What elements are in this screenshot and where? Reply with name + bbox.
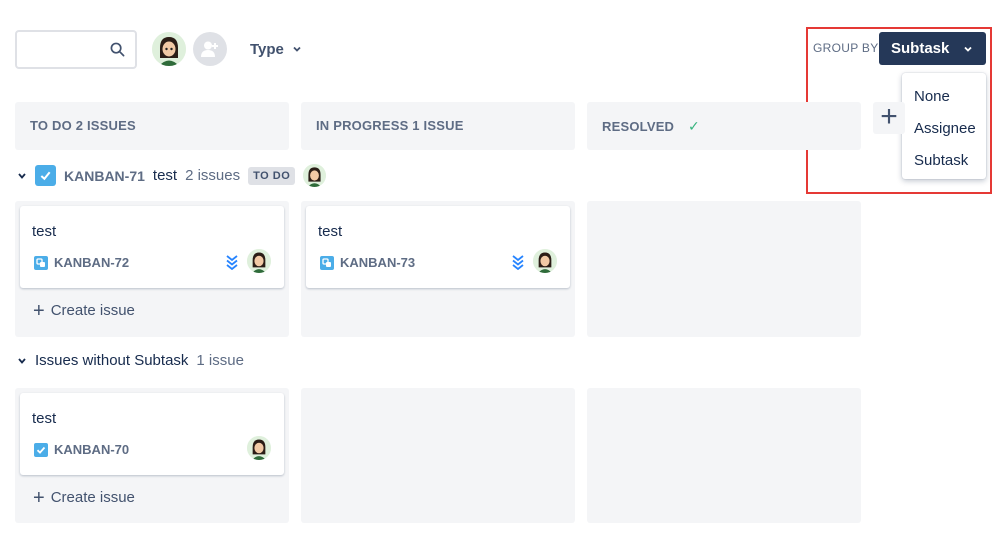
column-in-progress: IN PROGRESS 1 ISSUE (301, 102, 575, 150)
card-summary: test (32, 410, 57, 427)
chevron-down-icon (18, 172, 26, 179)
card-key-row: KANBAN-70 (34, 442, 129, 457)
add-people-button[interactable] (193, 32, 227, 66)
type-filter[interactable]: Type (242, 36, 310, 62)
plus-icon: + (33, 486, 45, 509)
swimlane-title: Issues without Subtask (35, 352, 189, 369)
card-summary: test (32, 223, 57, 240)
lowest-priority-icon (512, 255, 524, 270)
swimlane-count: 1 issue (196, 352, 244, 369)
lane-cell-todo: test KANBAN-70 + Create issue (15, 388, 289, 523)
search-icon (110, 42, 125, 57)
card-key-row: KANBAN-72 (34, 255, 129, 270)
create-issue-label: Create issue (50, 302, 135, 319)
card-key[interactable]: KANBAN-73 (340, 255, 415, 270)
user-avatar[interactable] (152, 32, 186, 66)
create-issue-button[interactable]: + Create issue (33, 486, 135, 509)
issue-card[interactable]: test KANBAN-73 (306, 206, 570, 288)
card-key[interactable]: KANBAN-70 (54, 442, 129, 457)
column-resolved: RESOLVED ✓ (587, 102, 861, 150)
card-key[interactable]: KANBAN-72 (54, 255, 129, 270)
swimlane-header[interactable]: KANBAN-71 test 2 issues TO DO (17, 164, 327, 187)
lane-cell-resolved (587, 201, 861, 337)
card-summary: test (318, 223, 343, 240)
add-person-icon (201, 41, 218, 57)
plus-icon: + (33, 299, 45, 322)
swimlane-header[interactable]: Issues without Subtask 1 issue (17, 352, 244, 369)
chevron-down-icon (18, 357, 26, 364)
lane-cell-in-progress (301, 388, 575, 523)
swimlane-count: 2 issues (185, 167, 241, 184)
search-input[interactable] (15, 30, 137, 69)
assignee-avatar (247, 249, 271, 273)
check-icon: ✓ (687, 118, 700, 134)
assignee-avatar (303, 164, 327, 187)
issue-card[interactable]: test KANBAN-72 (20, 206, 284, 288)
subtask-icon (320, 255, 334, 270)
lowest-priority-icon (226, 255, 238, 270)
type-filter-label: Type (250, 40, 284, 58)
column-title: TO DO 2 ISSUES (30, 118, 136, 133)
add-column-button[interactable]: + (873, 102, 905, 134)
chevron-down-icon (293, 46, 301, 52)
lane-cell-in-progress: test KANBAN-73 (301, 201, 575, 337)
swimlane-summary: test (152, 167, 178, 184)
subtask-icon (34, 255, 48, 270)
issue-card[interactable]: test KANBAN-70 (20, 393, 284, 475)
assignee-avatar (247, 436, 271, 460)
swimlane-key[interactable]: KANBAN-71 (64, 168, 145, 184)
create-issue-button[interactable]: + Create issue (33, 299, 135, 322)
card-key-row: KANBAN-73 (320, 255, 415, 270)
create-issue-label: Create issue (50, 489, 135, 506)
subtask-checkbox-icon (35, 165, 56, 186)
status-badge: TO DO (248, 166, 296, 185)
assignee-avatar (533, 249, 557, 273)
task-icon (34, 442, 48, 457)
column-title: IN PROGRESS 1 ISSUE (316, 118, 464, 133)
lane-cell-todo: test KANBAN-72 + Create issue (15, 201, 289, 337)
column-title: RESOLVED (602, 119, 675, 134)
lane-cell-resolved (587, 388, 861, 523)
column-todo: TO DO 2 ISSUES (15, 102, 289, 150)
